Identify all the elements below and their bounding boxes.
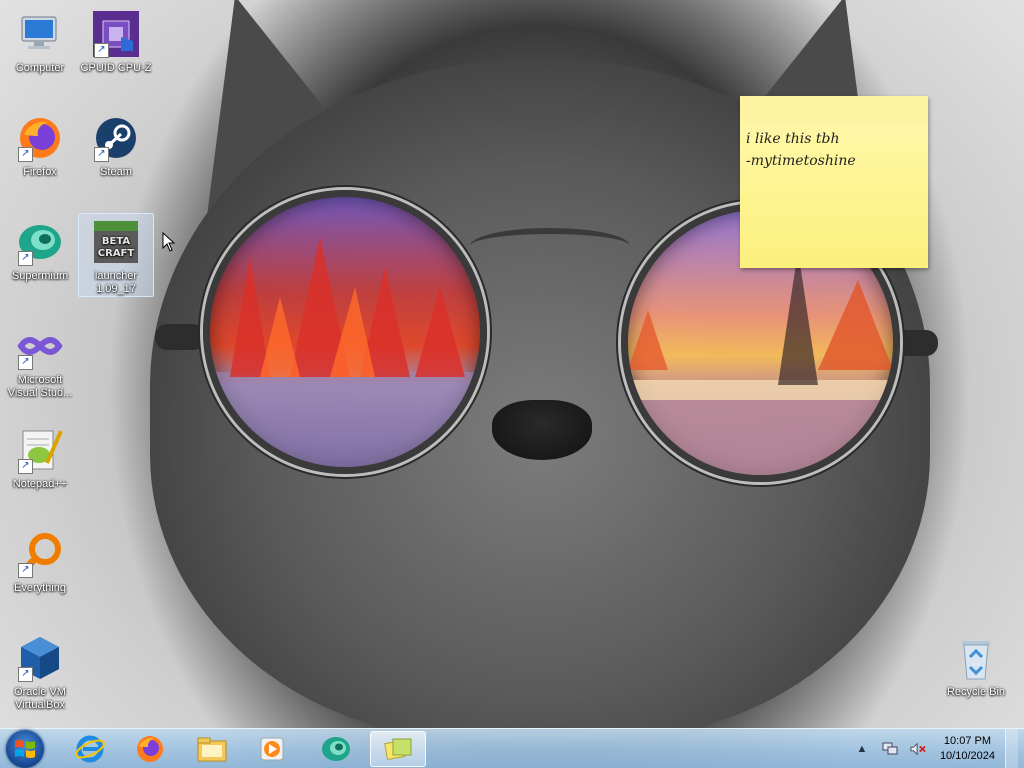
sticky-note[interactable]: i like this tbh -mytimetoshine (740, 96, 928, 268)
supermium-icon (322, 737, 350, 761)
desktop-icon-label: Supermium (11, 270, 69, 282)
taskbar-file-explorer[interactable] (184, 731, 240, 767)
taskbar-sticky-notes[interactable] (370, 731, 426, 767)
sticky-note-line-1[interactable]: i like this tbh (746, 128, 922, 150)
volume-muted-icon[interactable] (910, 741, 926, 757)
mouse-cursor-icon (162, 232, 176, 252)
desktop-icon-label: Notepad++ (12, 478, 68, 490)
wallpaper-glasses-temple-left (155, 324, 205, 350)
start-button[interactable] (6, 730, 44, 768)
shortcut-arrow-icon: ↗ (94, 147, 109, 162)
desktop-icon-label: Everything (14, 582, 66, 594)
desktop-icon-label: launcher 1.09_17 (94, 270, 138, 295)
shortcut-arrow-icon: ↗ (18, 251, 33, 266)
desktop-icon-betacraft-launcher[interactable]: BETA CRAFT launcher 1.09_17 (78, 213, 154, 297)
shortcut-arrow-icon: ↗ (94, 43, 109, 58)
shortcut-arrow-icon: ↗ (18, 147, 33, 162)
steam-icon: ↗ (92, 114, 140, 162)
taskbar-supermium[interactable] (308, 731, 364, 767)
svg-text:CRAFT: CRAFT (98, 248, 135, 259)
desktop[interactable]: Computer ↗ CPUID CPU-Z ↗ Firefox ↗ Steam… (0, 0, 1024, 768)
desktop-icon-supermium[interactable]: ↗ Supermium (2, 214, 78, 283)
wallpaper-glasses-lens-left (203, 190, 487, 474)
desktop-icon-label: CPUID CPU-Z (80, 62, 152, 74)
shortcut-arrow-icon: ↗ (18, 459, 33, 474)
desktop-icon-label: Computer (15, 62, 65, 74)
notepadpp-icon: ↗ (16, 426, 64, 474)
network-icon[interactable] (882, 741, 898, 757)
everything-icon: ↗ (16, 530, 64, 578)
desktop-icon-notepadpp[interactable]: ↗ Notepad++ (2, 422, 78, 491)
svg-text:BETA: BETA (102, 236, 130, 247)
recycle-bin-icon (952, 634, 1000, 682)
virtualbox-icon: ↗ (16, 634, 64, 682)
desktop-icon-virtualbox[interactable]: ↗ Oracle VM VirtualBox (2, 630, 78, 712)
sticky-notes-icon (384, 738, 412, 761)
system-tray: ▲ 10:07 PM 10/10/2024 (848, 729, 1018, 768)
desktop-icon-steam[interactable]: ↗ Steam (78, 110, 154, 179)
taskbar: ▲ 10:07 PM 10/10/2024 (0, 728, 1024, 768)
clock-time: 10:07 PM (943, 735, 992, 747)
firefox-icon (137, 736, 163, 762)
betacraft-icon: BETA CRAFT (92, 218, 140, 266)
desktop-icon-label: Steam (100, 166, 132, 178)
computer-icon (16, 10, 64, 58)
wallpaper-cat-nose (492, 400, 592, 460)
desktop-icon-label: Oracle VM VirtualBox (14, 686, 66, 711)
desktop-icon-visual-studio[interactable]: ↗ Microsoft Visual Stud... (2, 318, 78, 400)
shortcut-arrow-icon: ↗ (18, 667, 33, 682)
desktop-icon-label: Recycle Bin (946, 686, 1006, 698)
show-hidden-icons-button[interactable]: ▲ (854, 741, 870, 757)
file-explorer-icon (197, 737, 227, 762)
shortcut-arrow-icon: ↗ (18, 563, 33, 578)
desktop-icon-computer[interactable]: Computer (2, 6, 78, 75)
taskbar-clock[interactable]: 10:07 PM 10/10/2024 (940, 734, 995, 764)
sticky-note-line-2[interactable]: -mytimetoshine (746, 150, 922, 172)
desktop-icon-everything[interactable]: ↗ Everything (2, 526, 78, 595)
clock-date: 10/10/2024 (939, 750, 995, 762)
taskbar-internet-explorer[interactable] (62, 731, 118, 767)
media-player-icon (260, 737, 284, 761)
supermium-icon: ↗ (16, 218, 64, 266)
taskbar-media-player[interactable] (244, 731, 300, 767)
desktop-icon-label: Microsoft Visual Stud... (7, 374, 73, 399)
windows-logo-icon (15, 740, 35, 758)
desktop-icon-cpuz[interactable]: ↗ CPUID CPU-Z (78, 6, 154, 75)
desktop-icon-recycle-bin[interactable]: Recycle Bin (938, 630, 1014, 699)
desktop-icon-label: Firefox (23, 166, 57, 178)
cpuz-icon: ↗ (92, 10, 140, 58)
internet-explorer-icon (75, 735, 105, 763)
wallpaper-glasses-bridge (470, 228, 630, 264)
shortcut-arrow-icon: ↗ (18, 355, 33, 370)
desktop-icon-firefox[interactable]: ↗ Firefox (2, 110, 78, 179)
show-desktop-button[interactable] (1005, 729, 1018, 768)
visual-studio-icon: ↗ (16, 322, 64, 370)
firefox-icon: ↗ (16, 114, 64, 162)
taskbar-firefox[interactable] (122, 731, 178, 767)
